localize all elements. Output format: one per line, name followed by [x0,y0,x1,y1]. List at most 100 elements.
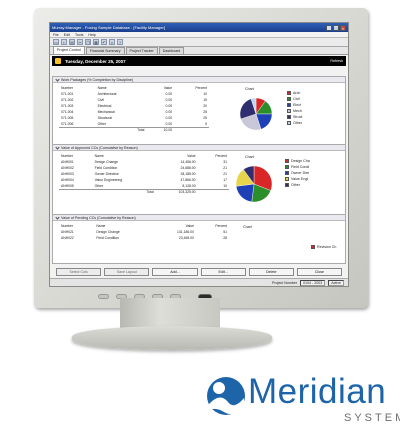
pending-ccs-table: Number Name Value Percent ANH021 Design C… [59,223,229,241]
save-layout-button[interactable]: Save Layout [104,267,150,276]
legend-item: Struct [287,115,302,119]
collapse-icon[interactable] [55,77,60,82]
legend-swatch [287,115,291,119]
legend-label: Revision Ch [317,245,337,249]
legend-item: Revision Ch [311,245,336,249]
tab-dashboard[interactable]: Dashboard [158,47,185,54]
maximize-icon[interactable]: □ [333,24,339,31]
tab-project-tracker[interactable]: Project Tracker [125,47,158,54]
menu-help[interactable]: Help [88,33,95,37]
delete-button[interactable]: Delete [248,267,294,276]
tab-project-control[interactable]: Project Control [53,46,85,54]
cell: 23,465.00 [178,236,194,240]
legend-label: Civil [293,97,300,101]
help-icon[interactable]: ? [117,39,123,45]
tab-financial-summary[interactable]: Financial Summary [85,47,125,54]
pending-ccs-section: Value of Pending CCs (Cumulative by Reas… [53,215,345,255]
legend-swatch [287,103,291,107]
search-icon[interactable]: ⌕ [109,39,115,45]
undo-icon[interactable]: ↶ [101,39,107,45]
menu-edit[interactable]: Edit [64,33,70,37]
collapse-icon[interactable] [55,215,60,220]
copy-icon[interactable]: ❐ [85,39,91,45]
close-button[interactable]: Close [296,267,343,276]
menu-tools[interactable]: Tools [75,33,83,37]
calendar-icon [55,58,61,64]
approved-ccs-table: Number Name Value Percent ANH001 Design C… [59,153,229,195]
legend-swatch [287,91,291,95]
legend-item: Field Condi [285,165,310,169]
legend-swatch [285,165,289,169]
cell: ANH022 [61,236,74,240]
chart-legend: Arch Civil Elect Mech Struct Other [287,91,302,125]
select-cols-button[interactable]: Select Cols [56,267,102,276]
cell: Field Condition [96,236,119,240]
section-header[interactable]: Value of Pending CCs (Cumulative by Reas… [53,215,345,221]
toolbar: ▭ ▪ ▤ ✂ ❐ ▦ ↶ ⌕ ? [50,38,348,47]
button-bar: Select Cols Save Layout Add... Edit... D… [52,266,346,277]
dashboard-content: Work Packages (% Completion by Disciplin… [52,76,346,264]
app-window: Murray Manager - Foxing Sample Database … [49,22,349,287]
legend-swatch [311,245,315,249]
meridian-logo-icon [207,377,245,415]
brand-subtitle: SYSTEMS [344,412,400,424]
legend-label: Value Engi [291,177,309,181]
brand-name: Meridian [248,372,387,411]
minimize-icon[interactable]: _ [326,24,332,31]
completion-pie-chart [239,97,273,131]
status-label: Project Number [272,280,298,285]
total-row: Total 10.00 [59,126,209,133]
legend-swatch [285,159,289,163]
legend-swatch [287,121,291,125]
legend-label: Arch [293,91,301,95]
collapse-icon[interactable] [55,145,60,150]
legend-label: Design Cha [291,159,310,163]
legend-swatch [285,183,289,187]
edit-button[interactable]: Edit... [200,267,246,276]
legend-item: Other [287,121,302,125]
total-label: Total [95,126,147,133]
legend-item: Civil [287,97,302,101]
legend-item: Elect [287,103,302,107]
section-header[interactable]: Work Packages (% Completion by Disciplin… [53,77,345,83]
approved-ccs-pie-chart [235,165,273,203]
total-value: 103,325.00 [155,188,198,195]
section-title: Value of Approved CCs (Cumulative by Rea… [61,145,138,150]
current-date: Tuesday, December 25, 2007 [65,58,126,64]
section-title: Value of Pending CCs (Cumulative by Reas… [61,215,136,220]
legend-item: Value Engi [285,177,310,181]
close-icon[interactable]: × [340,24,346,31]
paste-icon[interactable]: ▦ [93,39,99,45]
work-packages-table: Number Name Value Percent 071-001 Archite… [59,85,209,133]
legend-swatch [285,171,289,175]
table-row[interactable]: ANH022 Field Condition 23,465.00 28 [59,235,229,241]
legend-item: Arch [287,91,302,95]
monitor-button [98,294,109,299]
legend-swatch [285,177,289,181]
legend-item: Other [285,183,310,187]
add-button[interactable]: Add... [152,267,198,276]
legend-label: Struct [293,115,303,119]
legend-swatch [287,97,291,101]
meridian-logo: Meridian SYSTEMS [206,372,400,436]
chart-legend: Design Cha Field Condi Owner Dire Value Eng… [285,159,310,187]
menu-file[interactable]: File [53,33,59,37]
cut-icon[interactable]: ✂ [77,39,83,45]
date-header: Tuesday, December 25, 2007 Refresh [52,56,346,66]
legend-item: Owner Dire [285,171,310,175]
legend-swatch [287,109,291,113]
total-value: 10.00 [146,126,175,133]
legend-label: Field Condi [291,165,310,169]
print-icon[interactable]: ▤ [69,39,75,45]
status-mode: Active [328,279,344,286]
section-title: Work Packages (% Completion by Disciplin… [61,77,134,82]
open-icon[interactable]: ▭ [53,39,59,45]
section-header[interactable]: Value of Approved CCs (Cumulative by Rea… [53,145,345,151]
window-title: Murray Manager - Foxing Sample Database … [52,25,165,30]
chart-column-label: Chart [245,155,254,159]
total-row: Total 103,325.00 [59,188,229,195]
legend-label: Other [293,121,302,125]
save-icon[interactable]: ▪ [61,39,67,45]
refresh-link[interactable]: Refresh [330,59,343,63]
legend-label: Mech [293,109,302,113]
